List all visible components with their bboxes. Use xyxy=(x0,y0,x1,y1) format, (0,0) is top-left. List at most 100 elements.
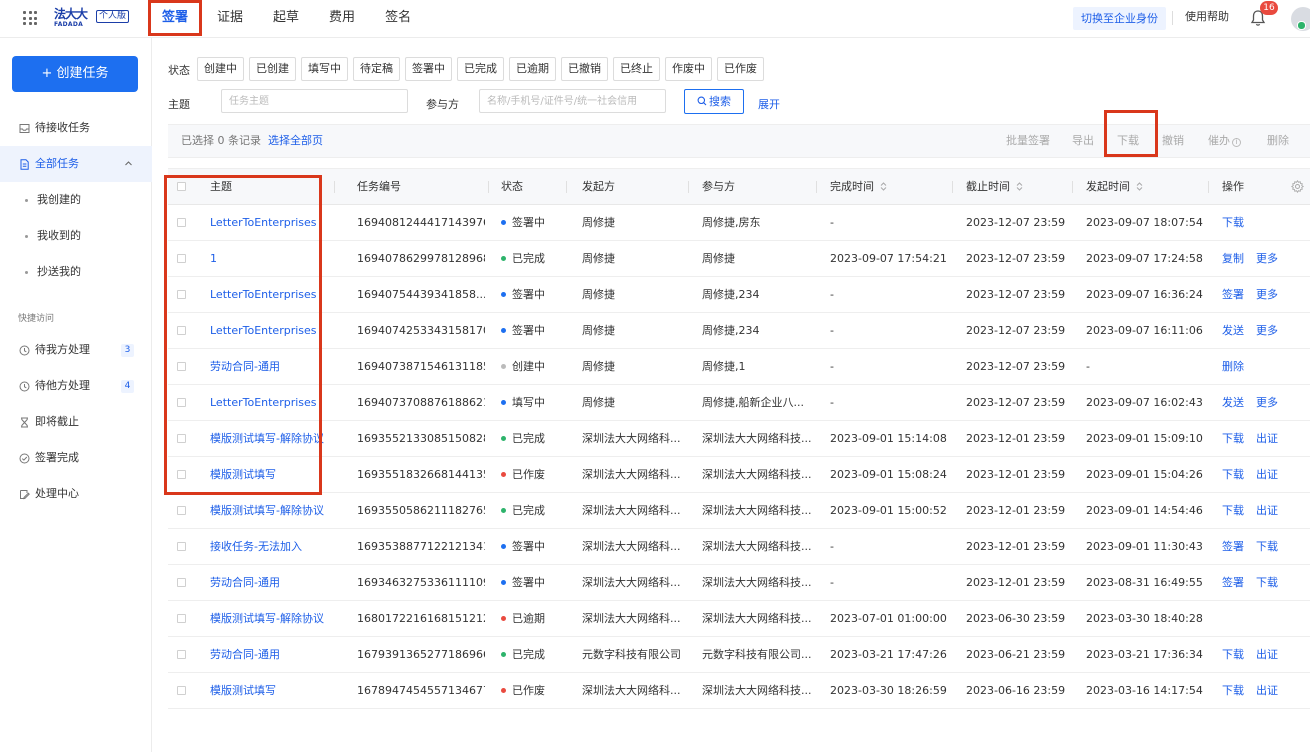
table-row[interactable]: LetterToEnterprises 16940754439341858... 签… xyxy=(168,277,1310,313)
cell-subject[interactable]: 模版测试填写 xyxy=(210,673,330,708)
app-grid-icon[interactable] xyxy=(23,11,37,25)
table-row[interactable]: 模版测试填写 1693551832668144135 已作废 深圳法大大网络科... 深… xyxy=(168,457,1310,493)
row-action-link[interactable]: 下载 xyxy=(1222,421,1244,456)
status-chip[interactable]: 创建中 xyxy=(197,57,244,81)
tab-fees[interactable]: 费用 xyxy=(314,0,370,37)
export-button[interactable]: 导出 xyxy=(1072,125,1094,157)
create-task-button[interactable]: + 创建任务 xyxy=(12,56,138,92)
search-button[interactable]: 搜索 xyxy=(684,89,744,114)
row-action-link[interactable]: 更多 xyxy=(1256,241,1278,276)
sidebar-item-due-soon[interactable]: 即将截止 xyxy=(0,404,152,440)
status-chip[interactable]: 待定稿 xyxy=(353,57,400,81)
status-chip[interactable]: 作废中 xyxy=(665,57,712,81)
status-chip[interactable]: 已作废 xyxy=(717,57,764,81)
row-action-link[interactable]: 签署 xyxy=(1222,565,1244,600)
status-chip[interactable]: 已完成 xyxy=(457,57,504,81)
row-action-link[interactable]: 下载 xyxy=(1222,493,1244,528)
row-action-link[interactable]: 下载 xyxy=(1256,529,1278,564)
row-checkbox[interactable] xyxy=(177,686,186,695)
status-chip[interactable]: 签署中 xyxy=(405,57,452,81)
row-checkbox[interactable] xyxy=(177,542,186,551)
cell-subject[interactable]: 劳动合同-通用 xyxy=(210,637,330,672)
cell-subject[interactable]: 劳动合同-通用 xyxy=(210,565,330,600)
table-row[interactable]: 接收任务-无法加入 1693538877122121341 签署中 深圳法大大网络科.… xyxy=(168,529,1310,565)
sidebar-subitem-cc[interactable]: 抄送我的 xyxy=(0,254,152,290)
table-row[interactable]: LetterToEnterprises 1694081244417143976 签署… xyxy=(168,205,1310,241)
row-action-link[interactable]: 复制 xyxy=(1222,241,1244,276)
sidebar-item-pending-receive[interactable]: 待接收任务 xyxy=(0,110,152,146)
table-row[interactable]: 劳动合同-通用 1693463275336111109 签署中 深圳法大大网络科...… xyxy=(168,565,1310,601)
cell-subject[interactable]: 接收任务-无法加入 xyxy=(210,529,330,564)
sort-header-deadline[interactable]: 截止时间 xyxy=(966,169,1023,204)
row-action-link[interactable]: 出证 xyxy=(1256,421,1278,456)
row-checkbox[interactable] xyxy=(177,650,186,659)
logo[interactable]: 法大大 FADADA 个人版 xyxy=(54,8,130,30)
sidebar-item-signed[interactable]: 签署完成 xyxy=(0,440,152,476)
row-action-link[interactable]: 出证 xyxy=(1256,673,1278,708)
status-chip[interactable]: 填写中 xyxy=(301,57,348,81)
row-action-link[interactable]: 发送 xyxy=(1222,313,1244,348)
row-action-link[interactable]: 签署 xyxy=(1222,277,1244,312)
tab-signature[interactable]: 签名 xyxy=(370,0,426,37)
row-checkbox[interactable] xyxy=(177,506,186,515)
table-row[interactable]: 劳动合同-通用 1679391365277186966 已完成 元数字科技有限公司 元数… xyxy=(168,637,1310,673)
table-row[interactable]: 模版测试填写-解除协议 1693552133085150828 已完成 深圳法大大网络… xyxy=(168,421,1310,457)
table-row[interactable]: 模版测试填写 1678947454557134677 已作废 深圳法大大网络科... 深… xyxy=(168,673,1310,709)
status-chip[interactable]: 已创建 xyxy=(249,57,296,81)
sidebar-item-processing-center[interactable]: 处理中心 xyxy=(0,476,152,512)
status-chip[interactable]: 已逾期 xyxy=(509,57,556,81)
tab-sign[interactable]: 签署 xyxy=(148,0,203,36)
row-action-link[interactable]: 出证 xyxy=(1256,493,1278,528)
sort-header-done[interactable]: 完成时间 xyxy=(830,169,887,204)
switch-identity-button[interactable]: 切换至企业身份 xyxy=(1073,7,1166,30)
sidebar-item-all-tasks[interactable]: 全部任务 xyxy=(0,146,152,182)
sidebar-item-my-pending[interactable]: 待我方处理 3 xyxy=(0,332,152,368)
chevron-up-icon[interactable] xyxy=(124,159,133,168)
row-checkbox[interactable] xyxy=(177,614,186,623)
row-action-link[interactable]: 更多 xyxy=(1256,313,1278,348)
batch-sign-button[interactable]: 批量签署 xyxy=(1006,125,1050,157)
table-row[interactable]: 1 1694078629978128968 已完成 周修捷 周修捷 2023-09-07 … xyxy=(168,241,1310,277)
logo-subtext: FADADA xyxy=(54,21,84,28)
row-action-link[interactable]: 发送 xyxy=(1222,385,1244,420)
status-chip[interactable]: 已撤销 xyxy=(561,57,608,81)
row-action-link[interactable]: 下载 xyxy=(1222,205,1244,240)
sidebar-subitem-created[interactable]: 我创建的 xyxy=(0,182,152,218)
tab-evidence[interactable]: 证据 xyxy=(202,0,258,37)
sort-header-start[interactable]: 发起时间 xyxy=(1086,169,1143,204)
cell-initiator: 深圳法大大网络科... xyxy=(582,576,681,589)
subject-input[interactable] xyxy=(221,89,408,113)
avatar[interactable] xyxy=(1291,7,1310,31)
sidebar-item-others-pending[interactable]: 待他方处理 4 xyxy=(0,368,152,404)
status-chip[interactable]: 已终止 xyxy=(613,57,660,81)
table-row[interactable]: 劳动合同-通用 1694073871546131185 创建中 周修捷 周修捷,1-20… xyxy=(168,349,1310,385)
cell-initiator: 周修捷 xyxy=(582,324,615,337)
cell-subject[interactable]: 模版测试填写-解除协议 xyxy=(210,601,330,636)
row-action-link[interactable]: 出证 xyxy=(1256,637,1278,672)
row-action-link[interactable]: 更多 xyxy=(1256,277,1278,312)
table-row[interactable]: LetterToEnterprises 1694073708876188621 填写… xyxy=(168,385,1310,421)
select-all-pages-link[interactable]: 选择全部页 xyxy=(268,125,323,157)
row-action-link[interactable]: 更多 xyxy=(1256,385,1278,420)
row-action-link[interactable]: 下载 xyxy=(1222,673,1244,708)
table-row[interactable]: 模版测试填写-解除协议 1680172216168151212 已逾期 深圳法大大网络… xyxy=(168,601,1310,637)
row-action-link[interactable]: 删除 xyxy=(1222,349,1244,384)
table-row[interactable]: 模版测试填写-解除协议 1693550586211182765 已完成 深圳法大大网络… xyxy=(168,493,1310,529)
revoke-button[interactable]: 撤销 xyxy=(1162,125,1184,157)
row-action-link[interactable]: 下载 xyxy=(1256,565,1278,600)
sidebar-subitem-received[interactable]: 我收到的 xyxy=(0,218,152,254)
help-link[interactable]: 使用帮助 xyxy=(1185,0,1229,34)
remind-button[interactable]: 催办 i xyxy=(1208,125,1241,157)
party-input[interactable] xyxy=(479,89,666,113)
row-checkbox[interactable] xyxy=(177,578,186,587)
delete-button[interactable]: 删除 xyxy=(1267,125,1289,157)
tab-draft[interactable]: 起草 xyxy=(258,0,314,37)
settings-gear-icon[interactable] xyxy=(1291,180,1304,193)
row-action-link[interactable]: 签署 xyxy=(1222,529,1244,564)
row-action-link[interactable]: 下载 xyxy=(1222,457,1244,492)
row-action-link[interactable]: 出证 xyxy=(1256,457,1278,492)
cell-subject[interactable]: 模版测试填写-解除协议 xyxy=(210,493,330,528)
row-action-link[interactable]: 下载 xyxy=(1222,637,1244,672)
table-row[interactable]: LetterToEnterprises 1694074253343158170 签署… xyxy=(168,313,1310,349)
expand-link[interactable]: 展开 xyxy=(758,96,780,112)
